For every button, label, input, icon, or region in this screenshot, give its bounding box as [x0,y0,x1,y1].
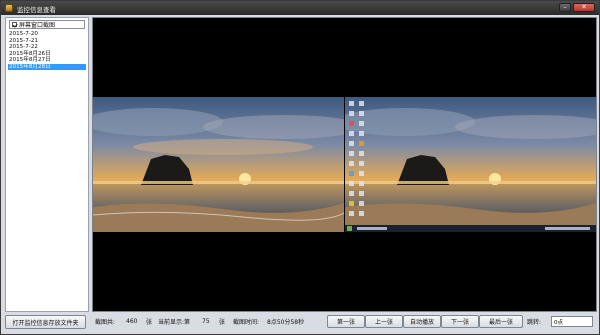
open-folder-button[interactable]: 打开监控信息存放文件夹 [5,315,86,329]
next-button[interactable]: 下一张 [441,315,479,328]
screen-capture-filter[interactable]: 屏幕窗口截图 [9,20,85,29]
desktop-wallpaper-image [93,97,344,232]
screenshot-right [345,97,596,232]
current-label: 当前显示:第 [158,318,191,326]
minimize-button[interactable]: – [559,3,571,12]
last-button[interactable]: 最后一张 [479,315,523,328]
time-label: 截图时间: [233,318,260,326]
total-value: 460 [126,317,138,325]
close-icon: ✕ [581,3,587,11]
filter-label: 屏幕窗口截图 [19,22,56,29]
title-bar[interactable]: 监控信息查看 – ✕ [1,1,599,15]
jump-label: 跳转: [527,318,542,326]
date-sidebar: 屏幕窗口截图 2015-7-20 2015-7-21 2015-7-22 201… [5,17,89,312]
screenshot-viewer [92,17,597,312]
checkbox-icon[interactable] [12,22,17,27]
date-item-selected[interactable]: 2015年8月28日 [8,63,86,70]
app-window: 监控信息查看 – ✕ 屏幕窗口截图 2015-7-20 2015-7-21 20… [0,0,600,335]
total-label: 截图共: [95,318,116,326]
date-list: 2015-7-20 2015-7-21 2015-7-22 2015年8月26日… [8,31,86,70]
close-button[interactable]: ✕ [573,3,595,12]
first-button[interactable]: 第一张 [327,315,365,328]
current-value: 75 [202,317,210,325]
time-value: 8点50分58秒 [267,318,305,326]
window-title: 监控信息查看 [17,6,56,14]
desktop-screenshot-image [345,97,596,232]
jump-input[interactable] [551,316,593,327]
prev-button[interactable]: 上一张 [365,315,403,328]
unit-label: 张 [146,318,153,326]
minimize-icon: – [563,3,567,11]
autoplay-button[interactable]: 自动播放 [403,315,441,328]
screenshot-left [93,97,344,232]
app-icon [5,4,13,12]
unit-label: 张 [219,318,226,326]
